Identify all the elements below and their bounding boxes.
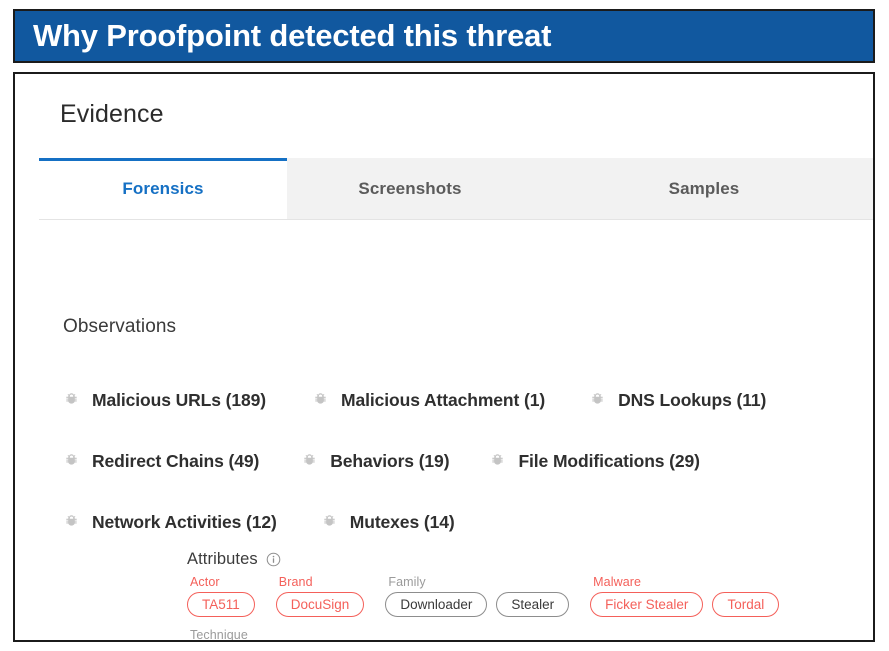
evidence-card: Evidence Forensics Screenshots Samples O… [13,72,875,642]
chip-docusign[interactable]: DocuSign [275,592,365,617]
observation-item[interactable]: Malicious URLs (189) [63,390,266,411]
observation-label: DNS Lookups (11) [618,390,767,410]
observation-label: File Modifications (29) [518,451,700,471]
attribute-group-malware: Malware Ficker Stealer Tordal [590,575,788,617]
observations-row: Malicious URLs (189) Malicious Attachmen… [63,370,863,431]
observation-label: Malicious URLs (189) [92,390,267,410]
chip-list: Downloader Stealer [385,592,578,617]
attribute-group-family: Family Downloader Stealer [385,575,578,617]
chip-list: TA511 [187,592,264,617]
observation-label: Behaviors (19) [330,451,450,471]
attribute-group-title: Actor [190,575,220,589]
bug-icon [63,453,80,470]
bug-icon [63,514,80,531]
bug-icon [489,453,506,470]
tab-forensics-label: Forensics [122,178,204,198]
tab-bar: Forensics Screenshots Samples [39,158,873,220]
bug-icon [312,392,329,409]
tab-divider [39,219,873,220]
observations-list: Malicious URLs (189) Malicious Attachmen… [63,370,863,553]
observations-heading: Observations [63,316,177,337]
bug-icon [301,453,318,470]
screenshot-root: Why Proofpoint detected this threat Evid… [0,0,889,651]
observations-row: Network Activities (12) Mutexes (14) [63,492,863,553]
bug-icon [589,392,606,409]
attribute-group-actor: Actor TA511 [187,575,264,617]
observation-item[interactable]: File Modifications (29) [489,451,700,472]
tab-screenshots-label: Screenshots [358,178,462,198]
attributes-section: Attributes Actor TA511 Brand DocuSign Fa… [187,550,800,642]
tab-samples[interactable]: Samples [533,158,873,220]
bug-icon [321,514,338,531]
attributes-label: Attributes [187,550,258,568]
observation-item[interactable]: Mutexes (14) [321,512,455,533]
chip-list: DocuSign [275,592,374,617]
observations-row: Redirect Chains (49) Behaviors (19) File… [63,431,863,492]
attributes-row-1: Actor TA511 Brand DocuSign Family Downlo… [187,575,800,617]
attributes-header: Attributes [187,550,800,569]
chip-stealer[interactable]: Stealer [496,592,570,617]
observation-label: Malicious Attachment (1) [341,390,546,410]
attribute-group-title: Malware [593,575,642,589]
attribute-group-technique: Technique Office VBA Macro Cookie Reload… [187,628,475,642]
bug-icon [63,392,80,409]
observation-label: Redirect Chains (49) [92,451,260,471]
observation-label: Network Activities (12) [92,512,277,532]
attribute-group-brand: Brand DocuSign [275,575,374,617]
tab-forensics[interactable]: Forensics [39,158,287,220]
chip-ficker-stealer[interactable]: Ficker Stealer [590,592,704,617]
observation-item[interactable]: Behaviors (19) [301,451,450,472]
banner-title: Why Proofpoint detected this threat [33,18,552,53]
observation-item[interactable]: Redirect Chains (49) [63,451,259,472]
observation-item[interactable]: DNS Lookups (11) [589,390,766,411]
chip-downloader[interactable]: Downloader [385,592,488,617]
attribute-group-title: Brand [278,575,313,589]
attribute-group-title: Family [388,575,426,589]
chip-tordal[interactable]: Tordal [712,592,780,617]
banner: Why Proofpoint detected this threat [13,9,875,63]
observation-item[interactable]: Network Activities (12) [63,512,277,533]
tab-screenshots[interactable]: Screenshots [287,158,533,220]
attributes-row-2: Technique Office VBA Macro Cookie Reload… [187,628,800,642]
observation-label: Mutexes (14) [349,512,455,532]
chip-ta511[interactable]: TA511 [187,592,255,617]
tab-samples-label: Samples [668,178,740,198]
attribute-group-title: Technique [190,628,248,642]
chip-list: Ficker Stealer Tordal [590,592,788,617]
observation-item[interactable]: Malicious Attachment (1) [312,390,545,411]
page-title: Evidence [60,100,164,128]
info-circle-icon[interactable] [266,552,281,567]
